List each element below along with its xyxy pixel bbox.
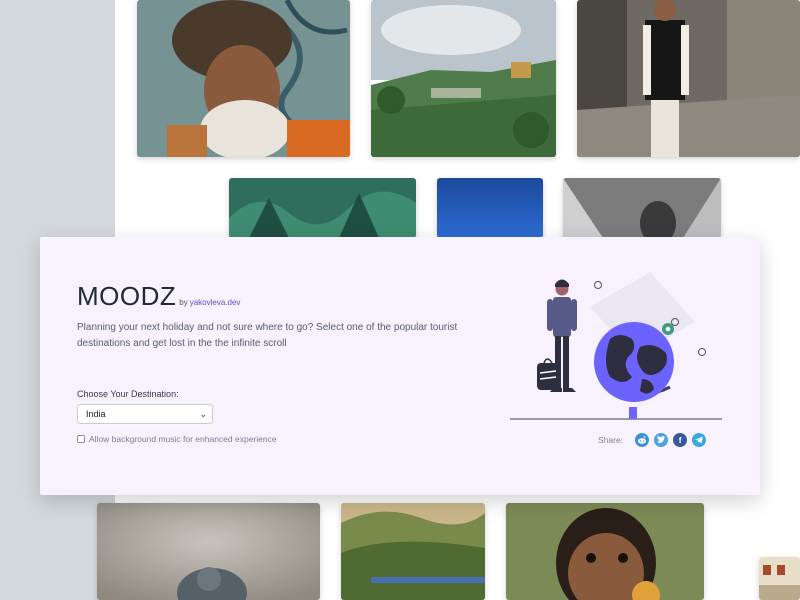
share-bar: Share: f (598, 433, 711, 447)
photo-street-walker[interactable] (577, 0, 800, 157)
brand: MOODZ by yakovleva.dev (77, 281, 240, 312)
facebook-icon[interactable]: f (673, 433, 688, 447)
photo-blue-sky[interactable] (437, 178, 543, 238)
twitter-icon[interactable] (654, 433, 669, 447)
photo-forest-plants[interactable] (229, 178, 416, 238)
app-title: MOODZ (77, 281, 177, 311)
destination-select[interactable]: India ⌄ (77, 404, 213, 424)
photo-child-portrait[interactable] (506, 503, 704, 600)
share-label: Share: (598, 435, 624, 445)
photo-sadhu-portrait[interactable] (137, 0, 350, 157)
photo-monastery-landscape[interactable] (371, 0, 556, 157)
music-label: Allow background music for enhanced expe… (89, 434, 277, 444)
photo-elder-portrait-bw[interactable] (563, 178, 721, 238)
music-checkbox[interactable] (77, 435, 85, 443)
reddit-icon[interactable] (635, 433, 650, 447)
brand-by-text: by (179, 298, 188, 307)
chevron-down-icon: ⌄ (199, 409, 207, 419)
destination-label: Choose Your Destination: (77, 389, 179, 399)
music-toggle[interactable]: Allow background music for enhanced expe… (77, 434, 277, 444)
description: Planning your next holiday and not sure … (77, 322, 458, 349)
destination-selected-value: India (86, 409, 106, 419)
photo-pigeon[interactable] (97, 503, 320, 600)
author-link[interactable]: yakovleva.dev (190, 298, 241, 307)
telegram-icon[interactable] (692, 433, 707, 447)
intro-card: MOODZ by yakovleva.dev Planning your nex… (40, 237, 760, 495)
photo-building-thumb[interactable] (759, 557, 800, 600)
traveler-globe-illustration (510, 267, 730, 427)
photo-hill-train[interactable] (341, 503, 485, 600)
